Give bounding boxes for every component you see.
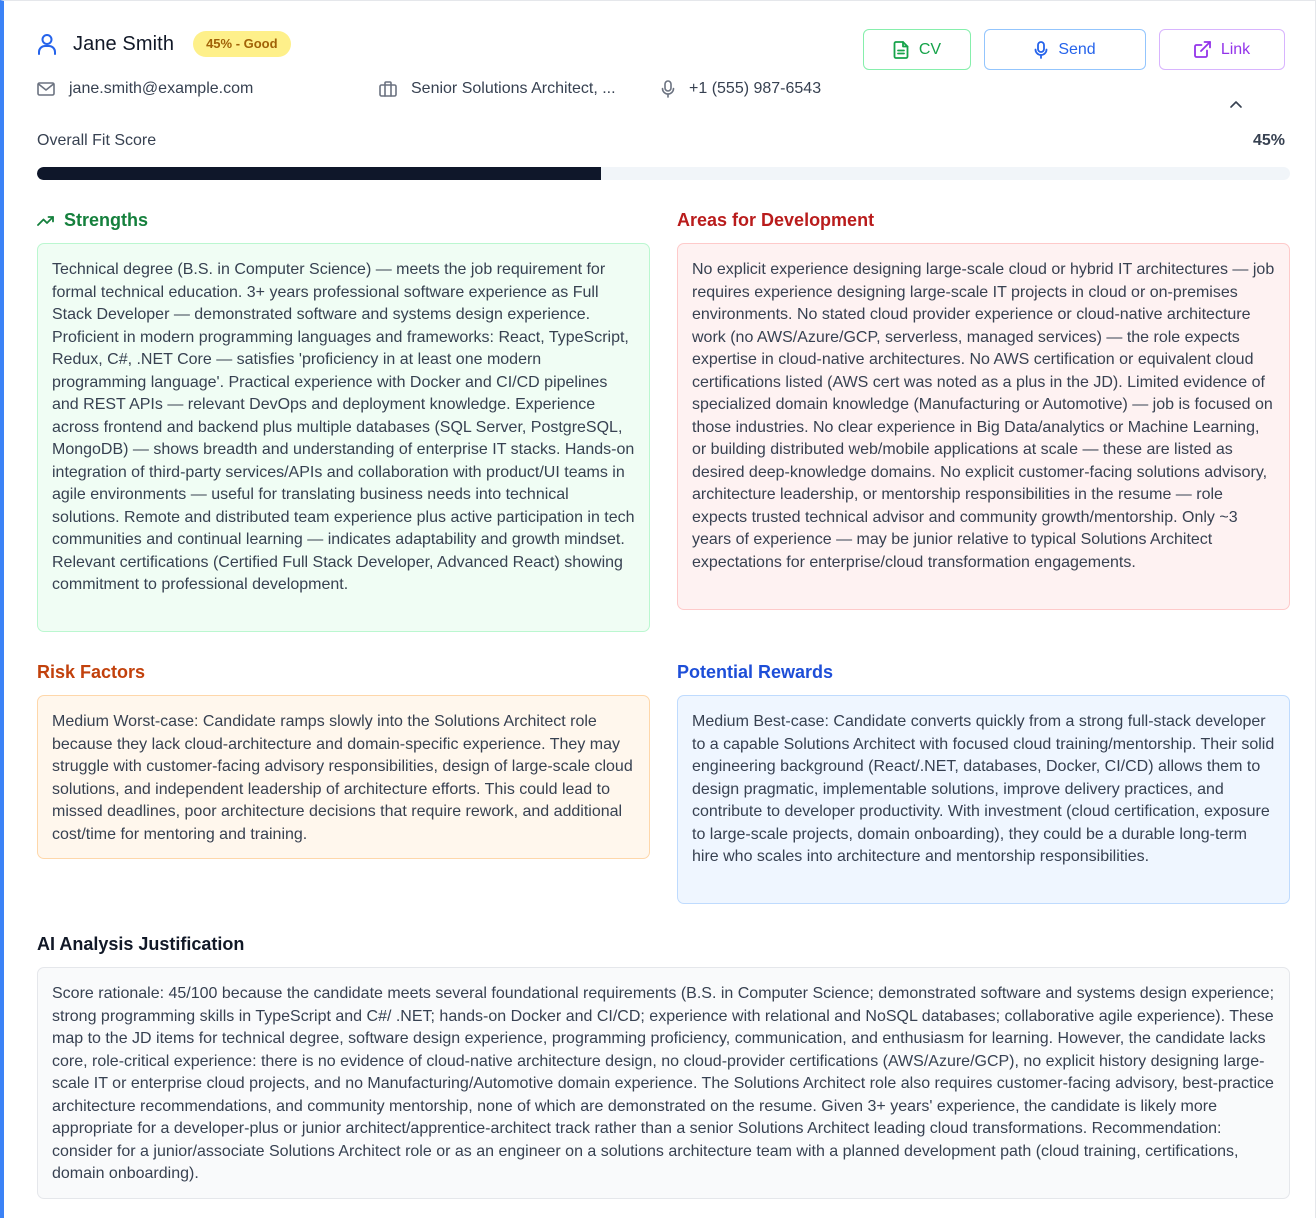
ai-justification-box: Score rationale: 45/100 because the cand…	[37, 967, 1290, 1199]
areas-heading: Areas for Development	[677, 210, 875, 230]
user-icon	[37, 33, 57, 55]
candidate-card: Jane Smith 45% - Good CV Send Link jane.…	[0, 0, 1316, 1218]
link-button-label: Link	[1220, 40, 1251, 58]
contact-role: Senior Solutions Architect, ...	[379, 80, 661, 98]
trending-up-icon	[37, 215, 54, 226]
microphone-icon	[1034, 40, 1048, 59]
chevron-up-icon[interactable]	[1228, 97, 1244, 111]
risk-box: Medium Worst-case: Candidate ramps slowl…	[37, 695, 650, 859]
link-button[interactable]: Link	[1159, 29, 1285, 70]
microphone-icon	[661, 80, 675, 98]
fit-score-value: 45%	[1252, 132, 1285, 149]
role-text: Senior Solutions Architect, ...	[411, 80, 616, 97]
contact-email: jane.smith@example.com	[37, 80, 379, 98]
phone-text: +1 (555) 987-6543	[689, 80, 822, 97]
risk-heading: Risk Factors	[37, 662, 146, 682]
contact-phone: +1 (555) 987-6543	[661, 80, 821, 98]
send-button[interactable]: Send	[984, 29, 1146, 70]
fit-progress-bar	[37, 167, 1290, 180]
strengths-heading: Strengths	[37, 210, 148, 231]
briefcase-icon	[379, 81, 397, 97]
areas-box: No explicit experience designing large-s…	[677, 243, 1290, 610]
candidate-name: Jane Smith	[73, 32, 175, 55]
fit-score-label: Overall Fit Score	[37, 132, 157, 149]
strengths-box: Technical degree (B.S. in Computer Scien…	[37, 243, 650, 632]
score-badge: 45% - Good	[193, 31, 291, 57]
rewards-heading: Potential Rewards	[677, 662, 834, 682]
email-text: jane.smith@example.com	[69, 80, 254, 97]
ai-justification-heading: AI Analysis Justification	[37, 934, 245, 954]
external-link-icon	[1193, 41, 1211, 58]
action-buttons: CV Send Link	[863, 29, 1285, 70]
cv-button-label: CV	[918, 40, 942, 58]
file-text-icon	[893, 40, 909, 59]
fit-progress-fill	[37, 167, 601, 180]
cv-button[interactable]: CV	[863, 29, 971, 70]
candidate-header: Jane Smith 45% - Good	[37, 31, 291, 57]
contact-row: jane.smith@example.com Senior Solutions …	[37, 80, 821, 98]
strengths-title: Strengths	[64, 210, 149, 230]
mail-icon	[37, 82, 55, 96]
rewards-box: Medium Best-case: Candidate converts qui…	[677, 695, 1290, 904]
send-button-label: Send	[1058, 40, 1096, 58]
